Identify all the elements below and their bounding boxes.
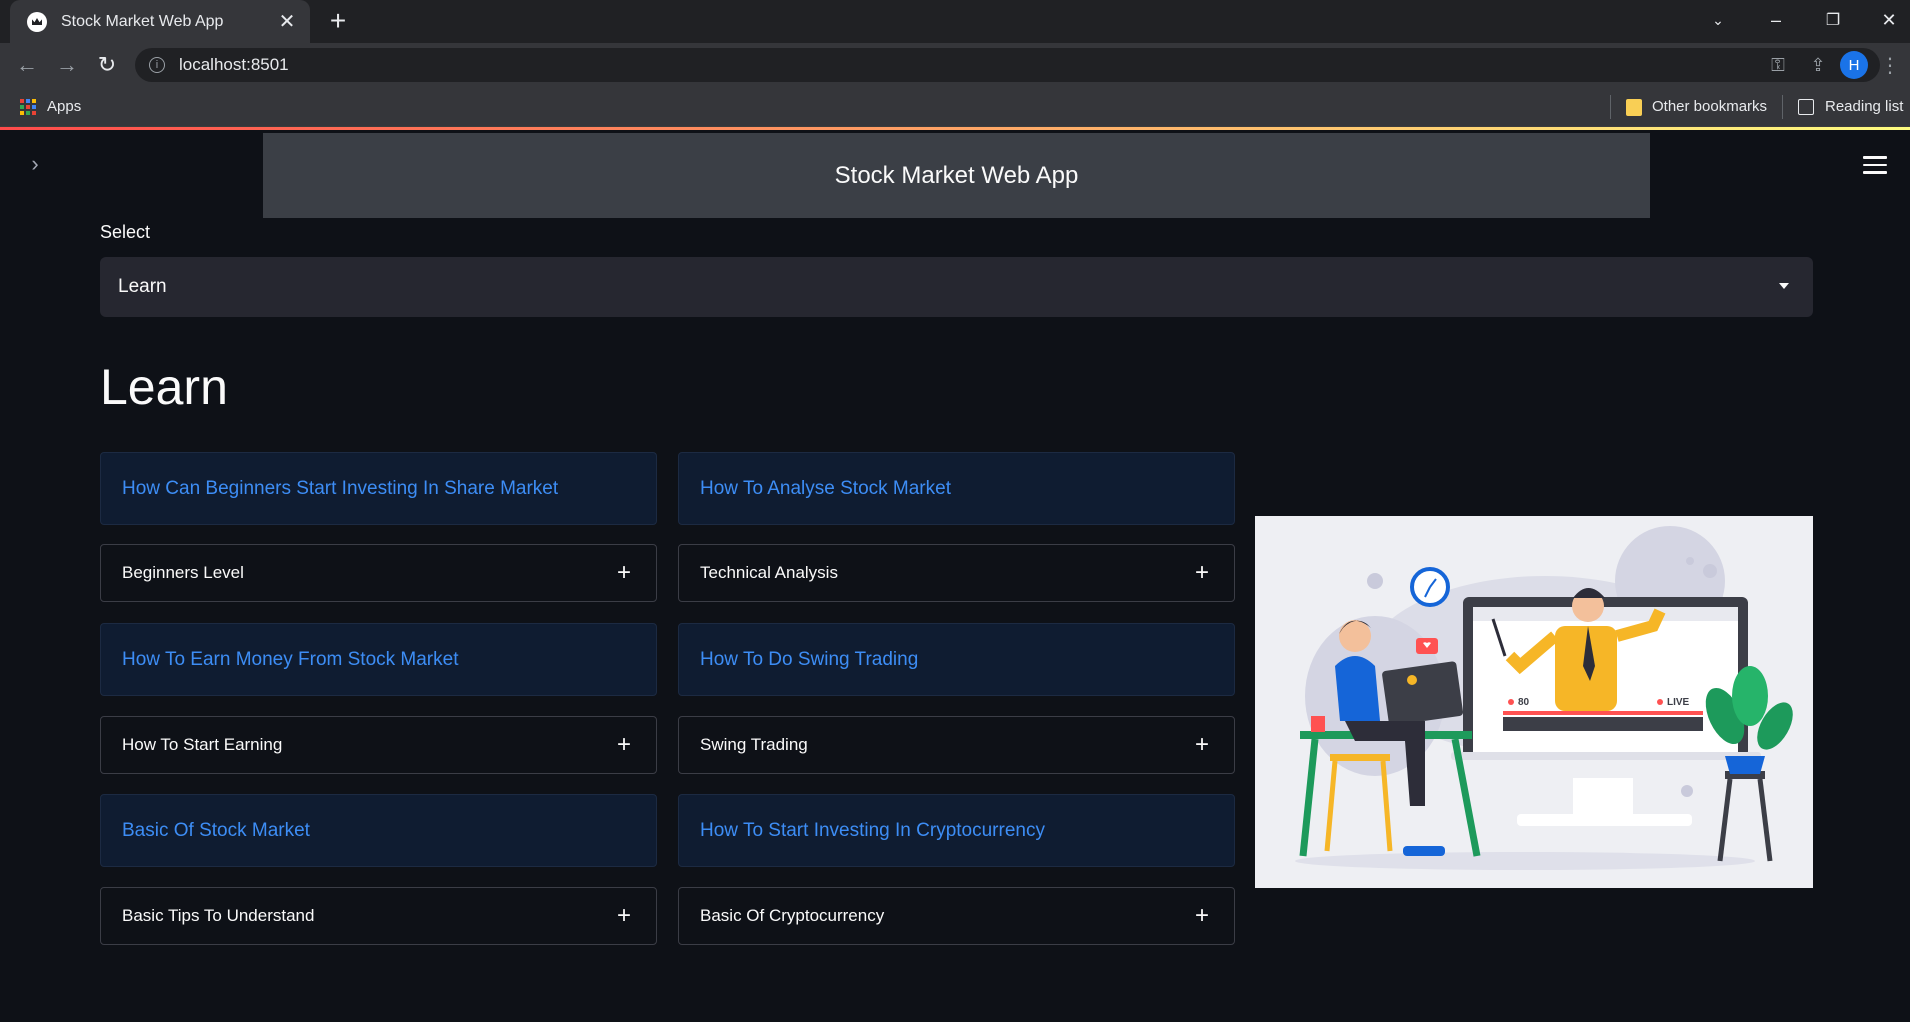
info-text: How To Do Swing Trading — [700, 648, 919, 670]
info-text: How To Start Investing In Cryptocurrency — [700, 819, 1045, 841]
expander-swing-trading[interactable]: Swing Trading + — [678, 716, 1235, 774]
address-bar[interactable]: i localhost:8501 ⚿ ⇪ ☆ — [135, 48, 1880, 82]
info-text: How Can Beginners Start Investing In Sha… — [122, 477, 559, 499]
info-text: How To Analyse Stock Market — [700, 477, 951, 499]
selectbox-value: Learn — [118, 276, 167, 297]
expander-label: Technical Analysis — [700, 563, 838, 582]
bookmark-separator — [1610, 95, 1611, 119]
new-tab-plus-icon[interactable]: + — [325, 5, 351, 36]
info-text: How To Earn Money From Stock Market — [122, 648, 459, 670]
expander-technical-analysis[interactable]: Technical Analysis + — [678, 544, 1235, 602]
plus-icon: + — [1194, 559, 1209, 586]
online-learning-illustration: 80 LIVE — [1255, 516, 1813, 888]
profile-avatar[interactable]: H — [1840, 51, 1868, 79]
share-icon[interactable]: ⇪ — [1806, 53, 1830, 77]
info-box: How To Earn Money From Stock Market — [100, 623, 657, 696]
info-box: How To Analyse Stock Market — [678, 452, 1235, 525]
plus-icon: + — [616, 731, 631, 758]
expander-label: Basic Tips To Understand — [122, 906, 315, 925]
info-box: Basic Of Stock Market — [100, 794, 657, 867]
select-label: Select — [100, 222, 151, 242]
bookmarks-bar: Apps Other bookmarks Reading list — [0, 87, 1910, 127]
forward-arrow-icon[interactable]: → — [52, 51, 82, 79]
live-label: LIVE — [1667, 697, 1690, 708]
info-text: Basic Of Stock Market — [122, 819, 310, 841]
tab-title: Stock Market Web App — [61, 12, 224, 30]
site-info-icon[interactable]: i — [149, 57, 165, 73]
more-vertical-icon[interactable]: ⋮ — [1880, 51, 1900, 79]
window-close-icon[interactable]: ✕ — [1866, 5, 1910, 35]
plus-icon: + — [1194, 731, 1209, 758]
page-title: Learn — [100, 359, 228, 415]
plus-icon: + — [616, 559, 631, 586]
expander-label: Beginners Level — [122, 563, 244, 582]
header-banner: Stock Market Web App — [263, 133, 1650, 218]
expander-how-to-start-earning[interactable]: How To Start Earning + — [100, 716, 657, 774]
url-text[interactable]: localhost:8501 — [179, 55, 289, 75]
minimize-icon[interactable]: – — [1753, 5, 1799, 35]
header-title: Stock Market Web App — [834, 161, 1079, 189]
reading-list[interactable]: Reading list — [1825, 98, 1903, 115]
back-arrow-icon[interactable]: ← — [12, 51, 42, 79]
streamlit-favicon-icon — [27, 11, 47, 32]
folder-icon — [1626, 99, 1642, 116]
page-selectbox[interactable]: Learn — [100, 257, 1813, 317]
expander-label: Swing Trading — [700, 735, 808, 754]
expander-label: How To Start Earning — [122, 735, 283, 754]
viewer-count: 80 — [1518, 697, 1530, 708]
restore-icon[interactable]: ❐ — [1810, 5, 1856, 35]
plus-icon: + — [1194, 902, 1209, 929]
expander-beginners-level[interactable]: Beginners Level + — [100, 544, 657, 602]
plus-icon: + — [616, 902, 631, 929]
expander-label: Basic Of Cryptocurrency — [700, 906, 885, 925]
caret-down-icon — [1779, 283, 1789, 289]
apps-bookmark[interactable]: Apps — [47, 98, 81, 115]
reload-icon[interactable]: ↻ — [92, 51, 122, 79]
hamburger-menu-icon[interactable] — [1863, 152, 1887, 178]
other-bookmarks[interactable]: Other bookmarks — [1652, 98, 1767, 115]
info-box: How Can Beginners Start Investing In Sha… — [100, 452, 657, 525]
close-icon[interactable]: ✕ — [276, 11, 298, 33]
expander-basic-of-cryptocurrency[interactable]: Basic Of Cryptocurrency + — [678, 887, 1235, 945]
streamlit-decoration-bar — [0, 127, 1910, 130]
browser-toolbar: ← → ↻ i localhost:8501 ⚿ ⇪ ☆ H ⋮ — [0, 43, 1910, 87]
browser-tabstrip: Stock Market Web App ✕ + ⌄ – ❐ ✕ — [0, 0, 1910, 43]
key-icon[interactable]: ⚿ — [1766, 53, 1790, 77]
apps-grid-icon[interactable] — [20, 99, 36, 115]
bookmark-separator — [1782, 95, 1783, 119]
browser-tab[interactable]: Stock Market Web App ✕ — [10, 0, 310, 43]
tab-search-chevron-icon[interactable]: ⌄ — [1695, 5, 1741, 35]
sidebar-expand-chevron-icon[interactable]: › — [25, 151, 45, 176]
info-box: How To Start Investing In Cryptocurrency — [678, 794, 1235, 867]
reading-list-icon — [1798, 99, 1814, 115]
info-box: How To Do Swing Trading — [678, 623, 1235, 696]
expander-basic-tips[interactable]: Basic Tips To Understand + — [100, 887, 657, 945]
